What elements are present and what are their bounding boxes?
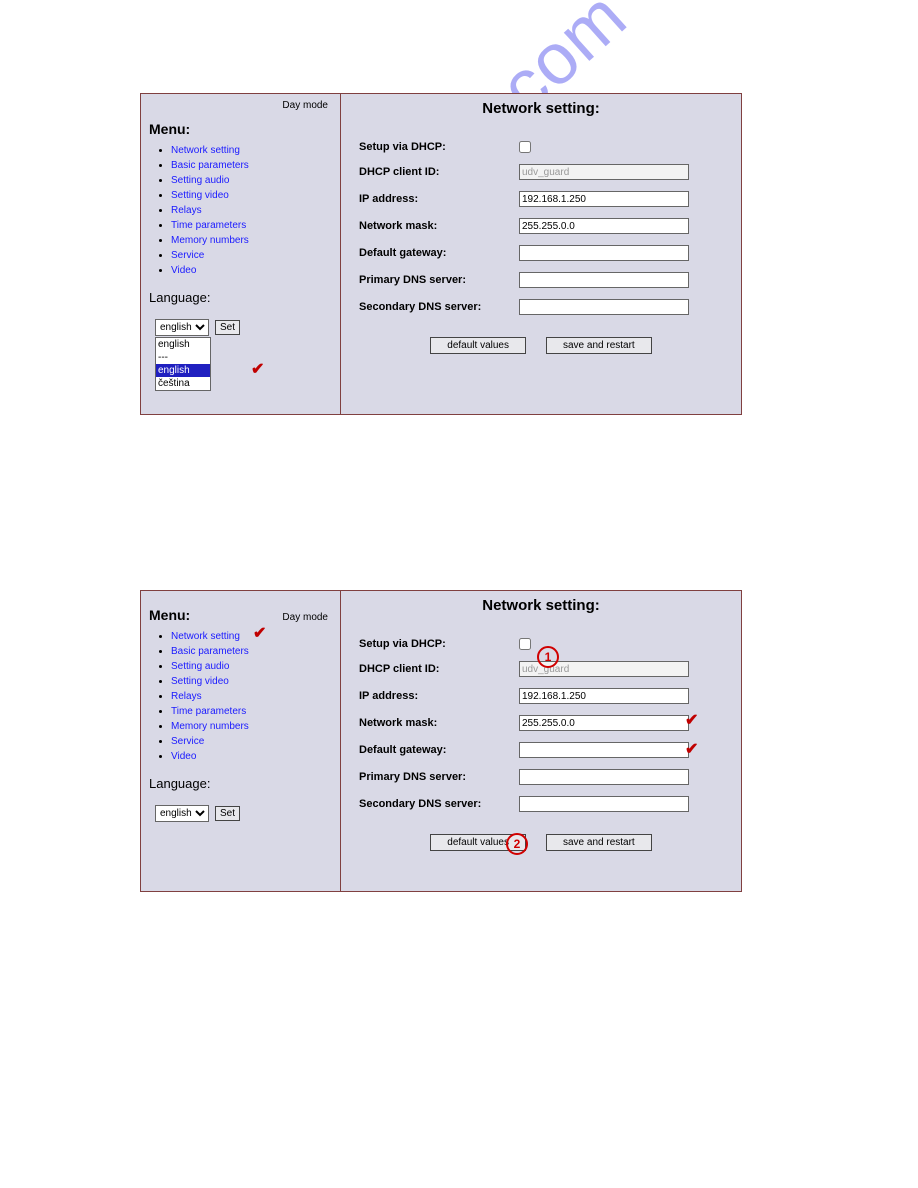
set-language-button[interactable]: Set bbox=[215, 806, 240, 821]
menu-item-setting-video[interactable]: Setting video bbox=[171, 190, 229, 201]
label-mask: Network mask: bbox=[351, 220, 519, 232]
label-mask: Network mask: bbox=[351, 717, 519, 729]
network-mask-input[interactable] bbox=[519, 218, 689, 234]
default-gateway-input[interactable] bbox=[519, 245, 689, 261]
menu-item-service[interactable]: Service bbox=[171, 736, 204, 747]
label-gateway: Default gateway: bbox=[351, 744, 519, 756]
dhcp-client-id-input[interactable] bbox=[519, 661, 689, 677]
language-option-selected[interactable]: english bbox=[156, 364, 210, 377]
menu-item-network-setting[interactable]: Network setting bbox=[171, 145, 240, 156]
day-mode-label: Day mode bbox=[282, 612, 332, 623]
page-title: Network setting: bbox=[351, 597, 731, 614]
checkmark-annotation-icon: ✔ bbox=[251, 359, 264, 379]
save-and-restart-button[interactable]: save and restart bbox=[546, 834, 652, 851]
label-dhcp-client: DHCP client ID: bbox=[351, 166, 519, 178]
menu-item-basic-parameters[interactable]: Basic parameters bbox=[171, 160, 249, 171]
network-mask-input[interactable] bbox=[519, 715, 689, 731]
menu-item-memory-numbers[interactable]: Memory numbers bbox=[171, 721, 249, 732]
ip-address-input[interactable] bbox=[519, 688, 689, 704]
menu-list: Network setting Basic parameters Setting… bbox=[149, 143, 332, 278]
settings-panel-1: Day mode Menu: Network setting Basic par… bbox=[140, 93, 742, 415]
label-dhcp: Setup via DHCP: bbox=[351, 141, 519, 153]
default-gateway-input[interactable] bbox=[519, 742, 689, 758]
page-title: Network setting: bbox=[351, 100, 731, 117]
language-heading: Language: bbox=[149, 290, 332, 305]
language-dropdown-open[interactable]: english --- english čeština bbox=[155, 337, 211, 391]
set-language-button[interactable]: Set bbox=[215, 320, 240, 335]
main-content: Network setting: Setup via DHCP: DHCP cl… bbox=[341, 94, 741, 414]
menu-heading: Menu: bbox=[149, 121, 332, 137]
menu-item-basic-parameters[interactable]: Basic parameters bbox=[171, 646, 249, 657]
primary-dns-input[interactable] bbox=[519, 769, 689, 785]
language-select[interactable]: english bbox=[155, 805, 209, 822]
label-dhcp-client: DHCP client ID: bbox=[351, 663, 519, 675]
menu-list: Network setting Basic parameters Setting… bbox=[149, 629, 332, 764]
menu-item-video[interactable]: Video bbox=[171, 265, 196, 276]
menu-item-relays[interactable]: Relays bbox=[171, 691, 202, 702]
menu-item-memory-numbers[interactable]: Memory numbers bbox=[171, 235, 249, 246]
menu-item-video[interactable]: Video bbox=[171, 751, 196, 762]
label-gateway: Default gateway: bbox=[351, 247, 519, 259]
save-and-restart-button[interactable]: save and restart bbox=[546, 337, 652, 354]
language-select[interactable]: english bbox=[155, 319, 209, 336]
menu-heading: Menu: bbox=[149, 607, 190, 623]
sidebar: Menu: Day mode Network setting Basic par… bbox=[141, 591, 341, 891]
menu-item-relays[interactable]: Relays bbox=[171, 205, 202, 216]
ip-address-input[interactable] bbox=[519, 191, 689, 207]
label-dns2: Secondary DNS server: bbox=[351, 301, 519, 313]
primary-dns-input[interactable] bbox=[519, 272, 689, 288]
menu-item-network-setting[interactable]: Network setting bbox=[171, 631, 240, 642]
default-values-button[interactable]: default values bbox=[430, 834, 526, 851]
day-mode-label: Day mode bbox=[149, 100, 332, 111]
language-option[interactable]: english bbox=[156, 338, 210, 351]
menu-item-time-parameters[interactable]: Time parameters bbox=[171, 220, 246, 231]
label-dns1: Primary DNS server: bbox=[351, 274, 519, 286]
main-content: Network setting: Setup via DHCP: DHCP cl… bbox=[341, 591, 741, 891]
language-option[interactable]: --- bbox=[156, 351, 210, 364]
sidebar: Day mode Menu: Network setting Basic par… bbox=[141, 94, 341, 414]
settings-panel-2: Menu: Day mode Network setting Basic par… bbox=[140, 590, 742, 892]
dhcp-checkbox[interactable] bbox=[519, 141, 531, 153]
menu-item-setting-audio[interactable]: Setting audio bbox=[171, 661, 229, 672]
menu-item-service[interactable]: Service bbox=[171, 250, 204, 261]
label-dhcp: Setup via DHCP: bbox=[351, 638, 519, 650]
dhcp-client-id-input[interactable] bbox=[519, 164, 689, 180]
label-dns1: Primary DNS server: bbox=[351, 771, 519, 783]
label-ip: IP address: bbox=[351, 193, 519, 205]
menu-item-time-parameters[interactable]: Time parameters bbox=[171, 706, 246, 717]
language-option[interactable]: čeština bbox=[156, 377, 210, 390]
default-values-button[interactable]: default values bbox=[430, 337, 526, 354]
secondary-dns-input[interactable] bbox=[519, 299, 689, 315]
label-dns2: Secondary DNS server: bbox=[351, 798, 519, 810]
language-heading: Language: bbox=[149, 776, 332, 791]
menu-item-setting-audio[interactable]: Setting audio bbox=[171, 175, 229, 186]
secondary-dns-input[interactable] bbox=[519, 796, 689, 812]
dhcp-checkbox[interactable] bbox=[519, 638, 531, 650]
label-ip: IP address: bbox=[351, 690, 519, 702]
menu-item-setting-video[interactable]: Setting video bbox=[171, 676, 229, 687]
